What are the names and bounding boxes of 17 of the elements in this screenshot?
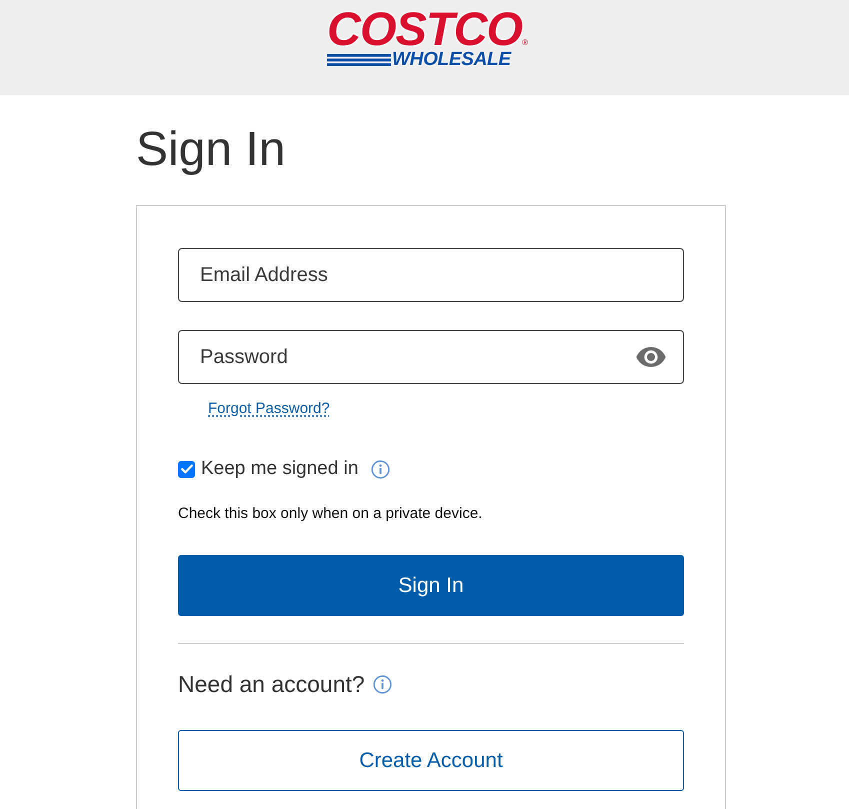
account-heading: Need an account? [178,670,365,698]
logo-tagline: WHOLESALE [392,51,511,68]
keep-signed-in-checkbox[interactable] [178,460,195,478]
forgot-password-link[interactable]: Forgot Password? [208,400,330,417]
info-icon[interactable] [371,460,390,478]
eye-icon[interactable] [636,347,666,367]
info-icon[interactable] [372,674,392,694]
checkbox-label[interactable]: Keep me signed in [201,458,358,480]
logo-stripes-icon [327,54,392,66]
password-field[interactable]: Password [178,330,684,384]
registered-mark: ® [522,39,528,47]
sign-in-button[interactable]: Sign In [178,555,684,616]
hint-text: Check this box only when on a private device. [178,504,482,524]
page-title: Sign In [136,122,286,178]
create-account-button[interactable]: Create Account [178,730,684,791]
logo-wordmark: COSTCO [327,6,522,52]
email-field[interactable]: Email Address [178,248,684,302]
